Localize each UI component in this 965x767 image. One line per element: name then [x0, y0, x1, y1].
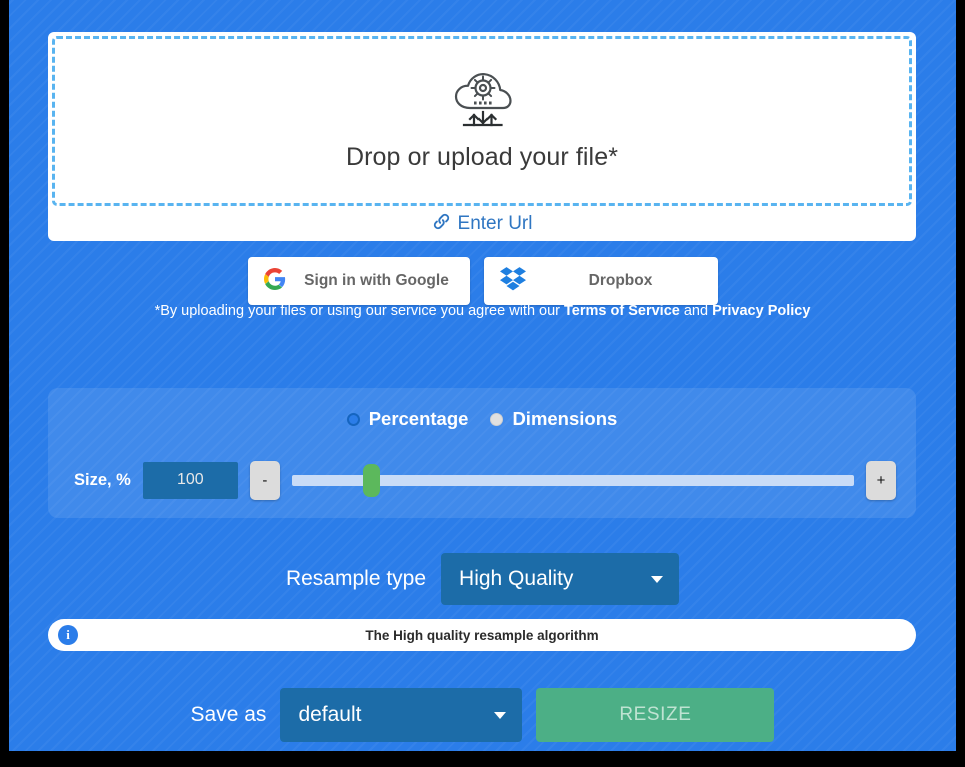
size-decrement-button[interactable]: -	[250, 461, 280, 500]
resample-info-text: The High quality resample algorithm	[48, 628, 916, 643]
resample-type-row: Resample type High Quality	[9, 553, 956, 605]
size-control-row: Size, % - +	[48, 460, 916, 500]
dropzone-label: Drop or upload your file*	[346, 143, 618, 172]
save-as-label: Save as	[191, 703, 267, 727]
radio-percentage-icon[interactable]	[347, 413, 360, 426]
app-canvas: Drop or upload your file* Enter Url	[9, 0, 956, 751]
radio-dimensions-icon[interactable]	[490, 413, 503, 426]
radio-percentage-label: Percentage	[369, 408, 469, 430]
terms-middle: and	[680, 303, 712, 319]
save-as-select[interactable]: default	[280, 688, 522, 742]
terms-prefix: *By uploading your files or using our se…	[155, 303, 564, 319]
info-icon: i	[58, 625, 78, 645]
provider-buttons: Sign in with Google Dropbox	[9, 257, 956, 305]
google-g-icon	[264, 268, 286, 295]
size-slider-thumb[interactable]	[363, 464, 380, 497]
cloud-upload-gear-icon	[447, 70, 517, 137]
privacy-policy-link[interactable]: Privacy Policy	[712, 303, 810, 319]
save-as-value: default	[298, 703, 361, 727]
resample-type-value: High Quality	[459, 567, 573, 591]
file-dropzone[interactable]: Drop or upload your file*	[52, 36, 912, 206]
size-increment-button[interactable]: +	[866, 461, 896, 500]
radio-option-dimensions[interactable]: Dimensions	[490, 408, 617, 430]
dropbox-icon	[500, 267, 526, 296]
size-caption: Size, %	[74, 471, 131, 490]
sign-in-with-google-button[interactable]: Sign in with Google	[248, 257, 470, 305]
resize-button[interactable]: RESIZE	[536, 688, 774, 742]
radio-dimensions-label: Dimensions	[512, 408, 617, 430]
resize-settings-panel: Percentage Dimensions Size, % - +	[48, 388, 916, 518]
save-action-row: Save as default RESIZE	[9, 688, 956, 742]
enter-url-button[interactable]: Enter Url	[48, 207, 916, 241]
link-icon	[432, 212, 451, 236]
chevron-down-icon	[651, 576, 663, 583]
dropbox-button[interactable]: Dropbox	[484, 257, 718, 305]
radio-option-percentage[interactable]: Percentage	[347, 408, 469, 430]
resample-type-label: Resample type	[286, 567, 426, 591]
resample-info-bar: i The High quality resample algorithm	[48, 619, 916, 651]
resize-mode-group: Percentage Dimensions	[48, 408, 916, 430]
chevron-down-icon	[494, 712, 506, 719]
terms-of-service-link[interactable]: Terms of Service	[564, 303, 680, 319]
size-input[interactable]	[143, 462, 238, 499]
terms-notice: *By uploading your files or using our se…	[9, 303, 956, 319]
enter-url-label: Enter Url	[458, 213, 533, 235]
dropbox-button-label: Dropbox	[540, 272, 702, 290]
size-slider[interactable]	[292, 475, 854, 486]
resample-type-select[interactable]: High Quality	[441, 553, 679, 605]
google-button-label: Sign in with Google	[300, 272, 454, 290]
upload-card: Drop or upload your file* Enter Url	[48, 32, 916, 241]
